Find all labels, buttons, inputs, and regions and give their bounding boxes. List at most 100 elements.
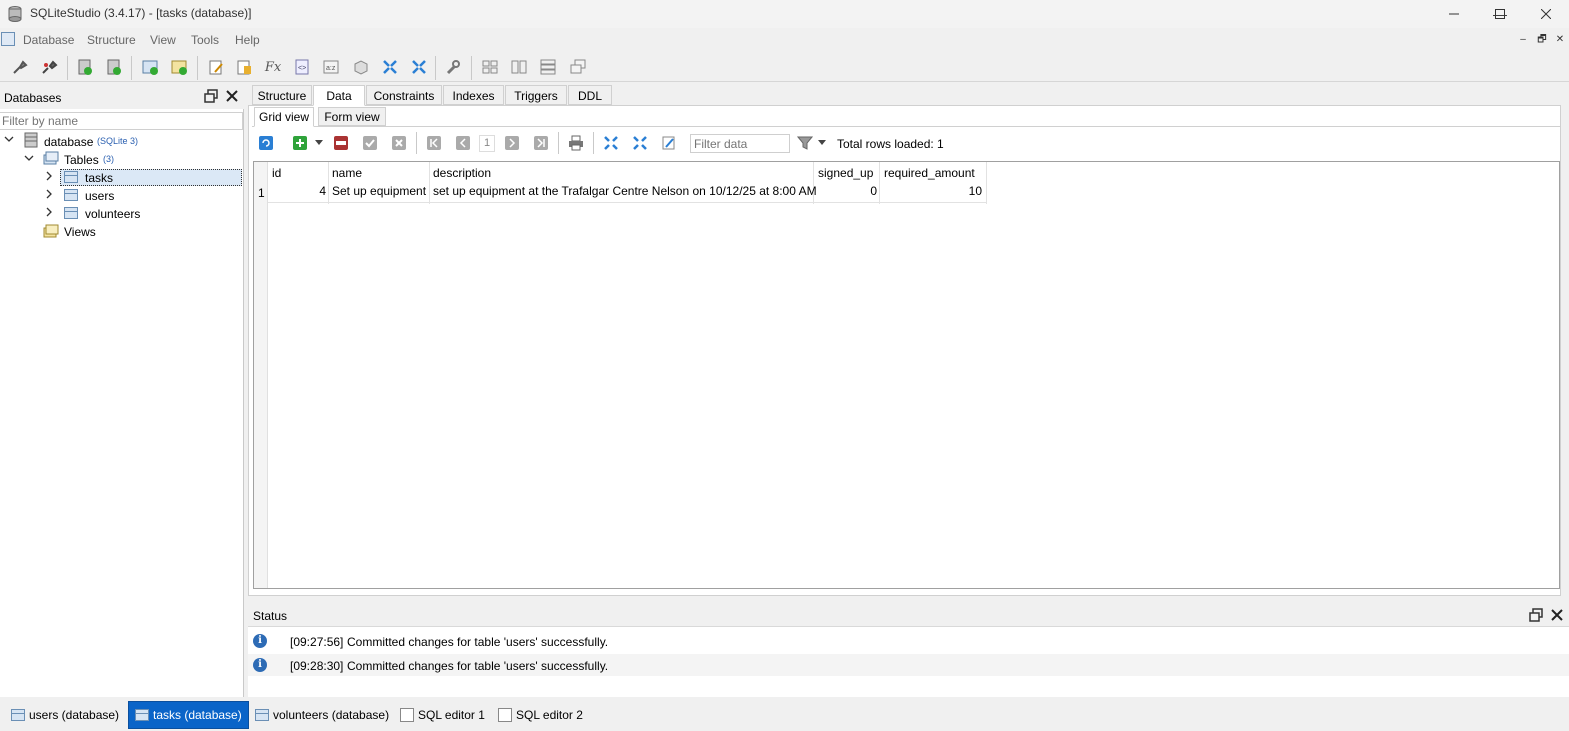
extensions-icon[interactable]	[351, 57, 371, 77]
edit-icon[interactable]	[234, 57, 254, 77]
maximize-button[interactable]	[1477, 0, 1523, 28]
sql-editor-icon	[400, 708, 414, 722]
previous-page-icon[interactable]	[454, 134, 472, 152]
remove-db-icon[interactable]	[104, 57, 124, 77]
table-row[interactable]: 4 Set up equipment set up equipment at t…	[268, 182, 987, 202]
svg-text:<>: <>	[298, 65, 306, 72]
import-icon[interactable]	[602, 134, 620, 152]
table-icon	[64, 207, 78, 219]
ddl-history-icon[interactable]: <>	[292, 57, 312, 77]
menu-structure[interactable]: Structure	[87, 33, 136, 47]
tab-form-view[interactable]: Form view	[318, 107, 386, 126]
refresh-icon[interactable]	[257, 134, 275, 152]
rollback-icon[interactable]	[390, 134, 408, 152]
mdi-restore-icon[interactable]: 🗗	[1535, 33, 1549, 47]
status-message: i [09:28:30] Committed changes for table…	[248, 654, 1569, 676]
close-panel-icon[interactable]	[225, 89, 239, 106]
mdi-close-icon[interactable]: ✕	[1553, 33, 1567, 47]
menu-view[interactable]: View	[150, 33, 176, 47]
tree-table-label[interactable]: users	[85, 189, 114, 203]
create-view-icon[interactable]	[169, 57, 189, 77]
filter-by-name-input[interactable]	[0, 112, 243, 130]
tree-table-label[interactable]: tasks	[85, 171, 113, 185]
export-icon[interactable]	[409, 57, 429, 77]
last-page-icon[interactable]	[532, 134, 550, 152]
minimize-button[interactable]	[1431, 0, 1477, 28]
export-icon[interactable]	[631, 134, 649, 152]
connect-db-icon[interactable]	[10, 57, 30, 77]
filter-data-input[interactable]	[690, 134, 790, 153]
tile-vertical-icon[interactable]	[538, 57, 558, 77]
chevron-right-icon[interactable]	[44, 171, 54, 184]
cell-description[interactable]: set up equipment at the Trafalgar Centre…	[433, 184, 817, 198]
tab-triggers[interactable]: Triggers	[505, 85, 567, 105]
tile-icon[interactable]	[480, 57, 500, 77]
float-panel-icon[interactable]	[204, 89, 218, 106]
column-header-id[interactable]: id	[272, 166, 281, 183]
cascade-icon[interactable]	[568, 57, 588, 77]
menu-help[interactable]: Help	[235, 33, 260, 47]
tab-grid-view[interactable]: Grid view	[254, 107, 314, 127]
collations-icon[interactable]: a:z	[321, 57, 341, 77]
table-icon	[255, 709, 269, 721]
task-users-database[interactable]: users (database)	[5, 701, 123, 729]
tree-tables-label[interactable]: Tables	[64, 153, 99, 167]
filter-icon[interactable]	[796, 134, 814, 152]
insert-row-icon[interactable]	[291, 134, 309, 152]
cell-id[interactable]: 4	[268, 184, 326, 198]
chevron-down-icon[interactable]	[4, 134, 14, 147]
mdi-minimize-icon[interactable]: –	[1516, 33, 1530, 47]
create-table-icon[interactable]	[140, 57, 160, 77]
tree-views-label[interactable]: Views	[64, 225, 96, 239]
disconnect-db-icon[interactable]	[39, 57, 59, 77]
print-icon[interactable]	[567, 134, 585, 152]
commit-icon[interactable]	[361, 134, 379, 152]
task-label: tasks (database)	[153, 708, 242, 722]
populate-icon[interactable]	[660, 134, 678, 152]
tab-data[interactable]: Data	[313, 85, 365, 106]
tree-table-label[interactable]: volunteers	[85, 207, 140, 221]
column-header-required-amount[interactable]: required_amount	[884, 166, 975, 183]
tab-constraints[interactable]: Constraints	[366, 85, 442, 105]
cell-signed-up[interactable]: 0	[814, 184, 877, 198]
chevron-down-icon[interactable]	[816, 134, 828, 152]
chevron-down-icon[interactable]	[24, 153, 34, 166]
cell-required-amount[interactable]: 10	[880, 184, 982, 198]
status-time: [09:28:30]	[290, 659, 344, 673]
next-page-icon[interactable]	[503, 134, 521, 152]
delete-row-icon[interactable]	[332, 134, 350, 152]
chevron-right-icon[interactable]	[44, 207, 54, 220]
main-toolbar: Fx <> a:z	[0, 52, 1569, 82]
tables-folder-icon	[43, 151, 59, 168]
chevron-down-icon[interactable]	[313, 134, 325, 152]
first-page-icon[interactable]	[425, 134, 443, 152]
close-button[interactable]	[1523, 0, 1569, 28]
column-header-description[interactable]: description	[433, 166, 491, 183]
tab-indexes[interactable]: Indexes	[443, 85, 504, 105]
data-toolbar: 1 Total rows loaded: 1	[253, 128, 1560, 158]
functions-icon[interactable]: Fx	[263, 57, 283, 77]
menu-database[interactable]: Database	[23, 33, 74, 47]
task-sql-editor-1[interactable]: SQL editor 1	[394, 701, 490, 729]
column-header-name[interactable]: name	[332, 166, 362, 183]
column-header-signed-up[interactable]: signed_up	[818, 166, 873, 183]
tile-horizontal-icon[interactable]	[509, 57, 529, 77]
config-icon[interactable]	[443, 57, 463, 77]
import-icon[interactable]	[380, 57, 400, 77]
menu-tools[interactable]: Tools	[191, 33, 219, 47]
sql-editor-icon[interactable]	[206, 57, 226, 77]
close-panel-icon[interactable]	[1550, 608, 1564, 625]
status-text: Committed changes for table 'users' succ…	[347, 635, 609, 649]
tab-structure[interactable]: Structure	[252, 85, 312, 105]
info-icon: i	[253, 658, 267, 672]
tree-database-label[interactable]: database	[44, 135, 93, 149]
add-db-icon[interactable]	[75, 57, 95, 77]
status-message: i [09:27:56] Committed changes for table…	[248, 630, 1569, 652]
task-sql-editor-2[interactable]: SQL editor 2	[492, 701, 588, 729]
float-panel-icon[interactable]	[1529, 608, 1543, 625]
chevron-right-icon[interactable]	[44, 189, 54, 202]
tab-ddl[interactable]: DDL	[568, 85, 612, 105]
task-volunteers-database[interactable]: volunteers (database)	[249, 701, 391, 729]
cell-name[interactable]: Set up equipment	[332, 184, 426, 198]
task-tasks-database[interactable]: tasks (database)	[128, 701, 249, 729]
